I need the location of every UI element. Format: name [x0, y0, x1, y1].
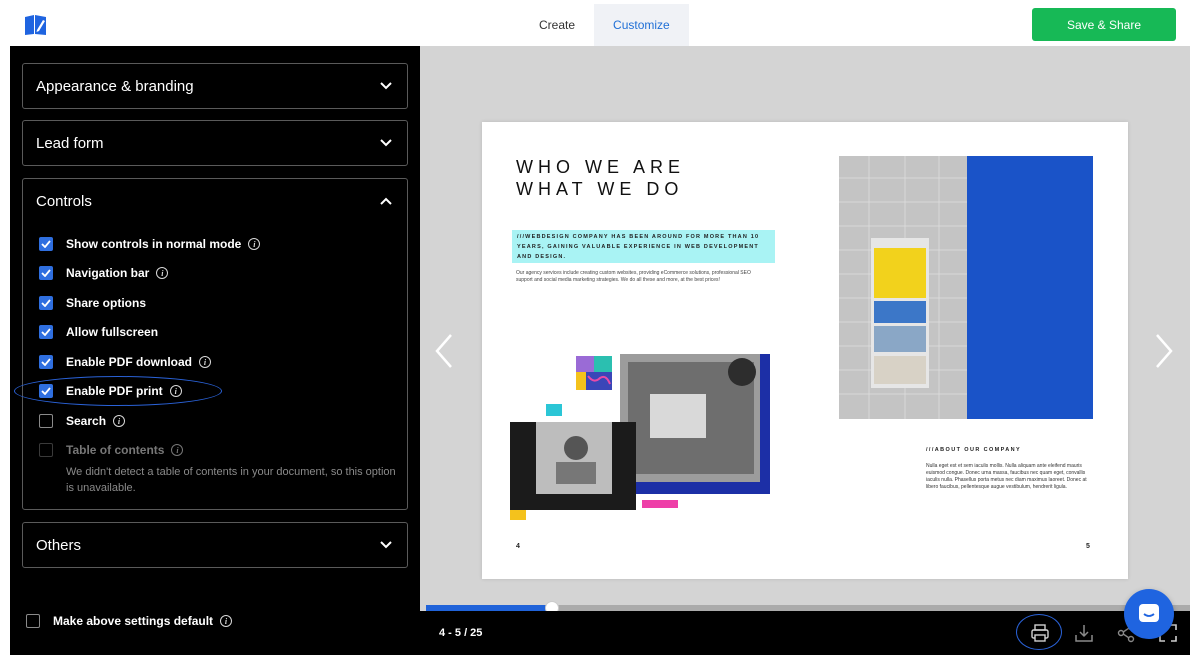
option-label: Enable PDF print — [66, 384, 163, 398]
option-allow-fullscreen[interactable]: Allow fullscreen — [39, 323, 158, 341]
checkbox-navigation-bar[interactable] — [39, 266, 53, 280]
panel-others-title: Others — [36, 536, 82, 554]
viewer-toolbar: 4 - 5 / 25 — [420, 611, 1190, 655]
option-table-of-contents: Table of contents i — [39, 441, 184, 459]
previous-page-arrow-icon[interactable] — [432, 331, 456, 371]
printer-icon[interactable] — [1028, 621, 1052, 645]
option-navigation-bar[interactable]: Navigation bar i — [39, 264, 169, 282]
app-root: Create Customize Save & Share Appearance… — [0, 0, 1200, 661]
page-number-right: 5 — [1086, 543, 1090, 550]
info-icon[interactable]: i — [169, 385, 182, 397]
option-label: Search — [66, 414, 107, 428]
panel-others: Others — [22, 522, 408, 568]
panel-lead-form-title: Lead form — [36, 134, 104, 152]
checkbox-search[interactable] — [39, 414, 53, 428]
panel-others-header[interactable]: Others — [23, 523, 407, 567]
info-icon[interactable]: i — [171, 444, 184, 456]
info-icon[interactable]: i — [113, 415, 126, 427]
building-photo — [839, 156, 1093, 419]
next-page-arrow-icon[interactable] — [1152, 331, 1176, 371]
download-icon[interactable] — [1072, 621, 1096, 645]
about-title: ///ABOUT OUR COMPANY — [926, 447, 1022, 453]
checkbox-make-default[interactable] — [26, 614, 40, 628]
book-pencil-icon[interactable] — [24, 14, 48, 36]
settings-sidebar: Appearance & branding Lead form Controls — [10, 46, 420, 655]
mode-tabs: Create Customize — [520, 4, 689, 46]
chevron-down-icon — [379, 79, 393, 93]
panel-controls: Controls Show controls in normal mode i … — [22, 178, 408, 510]
info-icon[interactable]: i — [248, 238, 261, 250]
chevron-down-icon — [379, 136, 393, 150]
option-share-options[interactable]: Share options — [39, 294, 146, 312]
save-share-button[interactable]: Save & Share — [1032, 8, 1176, 41]
page-spread: WHO WE ARE WHAT WE DO ///WEBDESIGN COMPA… — [482, 122, 1128, 579]
checkbox-share-options[interactable] — [39, 296, 53, 310]
option-label: Navigation bar — [66, 266, 150, 280]
top-bar: Create Customize Save & Share — [10, 4, 1190, 46]
checkbox-pdf-print[interactable] — [39, 384, 53, 398]
checkbox-pdf-download[interactable] — [39, 355, 53, 369]
option-label: Show controls in normal mode — [66, 237, 242, 251]
tab-create[interactable]: Create — [520, 4, 594, 46]
option-pdf-print[interactable]: Enable PDF print i — [39, 382, 182, 400]
option-label: Allow fullscreen — [66, 325, 159, 339]
panel-appearance-header[interactable]: Appearance & branding — [23, 64, 407, 108]
chevron-up-icon — [379, 194, 393, 208]
info-icon[interactable]: i — [199, 356, 212, 368]
page-number-left: 4 — [516, 543, 520, 550]
make-default-label: Make above settings default — [53, 614, 214, 628]
option-pdf-download[interactable]: Enable PDF download i — [39, 353, 212, 371]
intro-body: Our agency services include creating cus… — [516, 270, 751, 283]
option-label: Share options — [66, 296, 147, 310]
chevron-down-icon — [379, 538, 393, 552]
document-viewer: WHO WE ARE WHAT WE DO ///WEBDESIGN COMPA… — [420, 46, 1190, 655]
panel-appearance: Appearance & branding — [22, 63, 408, 109]
toc-unavailable-note: We didn't detect a table of contents in … — [66, 466, 396, 494]
panel-controls-title: Controls — [36, 192, 92, 210]
checkbox-show-controls[interactable] — [39, 237, 53, 251]
panel-lead-form-header[interactable]: Lead form — [23, 121, 407, 165]
panel-lead-form: Lead form — [22, 120, 408, 166]
info-icon[interactable]: i — [156, 267, 169, 279]
option-label: Enable PDF download — [66, 355, 193, 369]
panel-appearance-title: Appearance & branding — [36, 77, 194, 95]
make-default-row[interactable]: Make above settings default i — [26, 612, 233, 630]
info-icon[interactable]: i — [220, 615, 233, 627]
panel-controls-header[interactable]: Controls — [23, 179, 407, 223]
headline-line-2: WHAT WE DO — [516, 179, 684, 199]
page-indicator: 4 - 5 / 25 — [439, 627, 483, 639]
option-search[interactable]: Search i — [39, 412, 126, 430]
about-body: Nulla eget est et sem iaculis mollis. Nu… — [926, 463, 1087, 490]
chat-icon[interactable] — [1124, 589, 1174, 639]
tab-customize[interactable]: Customize — [594, 4, 689, 46]
headline-line-1: WHO WE ARE — [516, 157, 686, 177]
collage-image — [510, 354, 770, 520]
checkbox-table-of-contents — [39, 443, 53, 457]
checkbox-allow-fullscreen[interactable] — [39, 325, 53, 339]
option-label: Table of contents — [66, 443, 165, 457]
option-show-controls[interactable]: Show controls in normal mode i — [39, 235, 261, 253]
intro-highlight: ///WEBDESIGN COMPANY HAS BEEN AROUND FOR… — [512, 230, 775, 263]
document-headline: WHO WE ARE WHAT WE DO — [516, 156, 685, 200]
